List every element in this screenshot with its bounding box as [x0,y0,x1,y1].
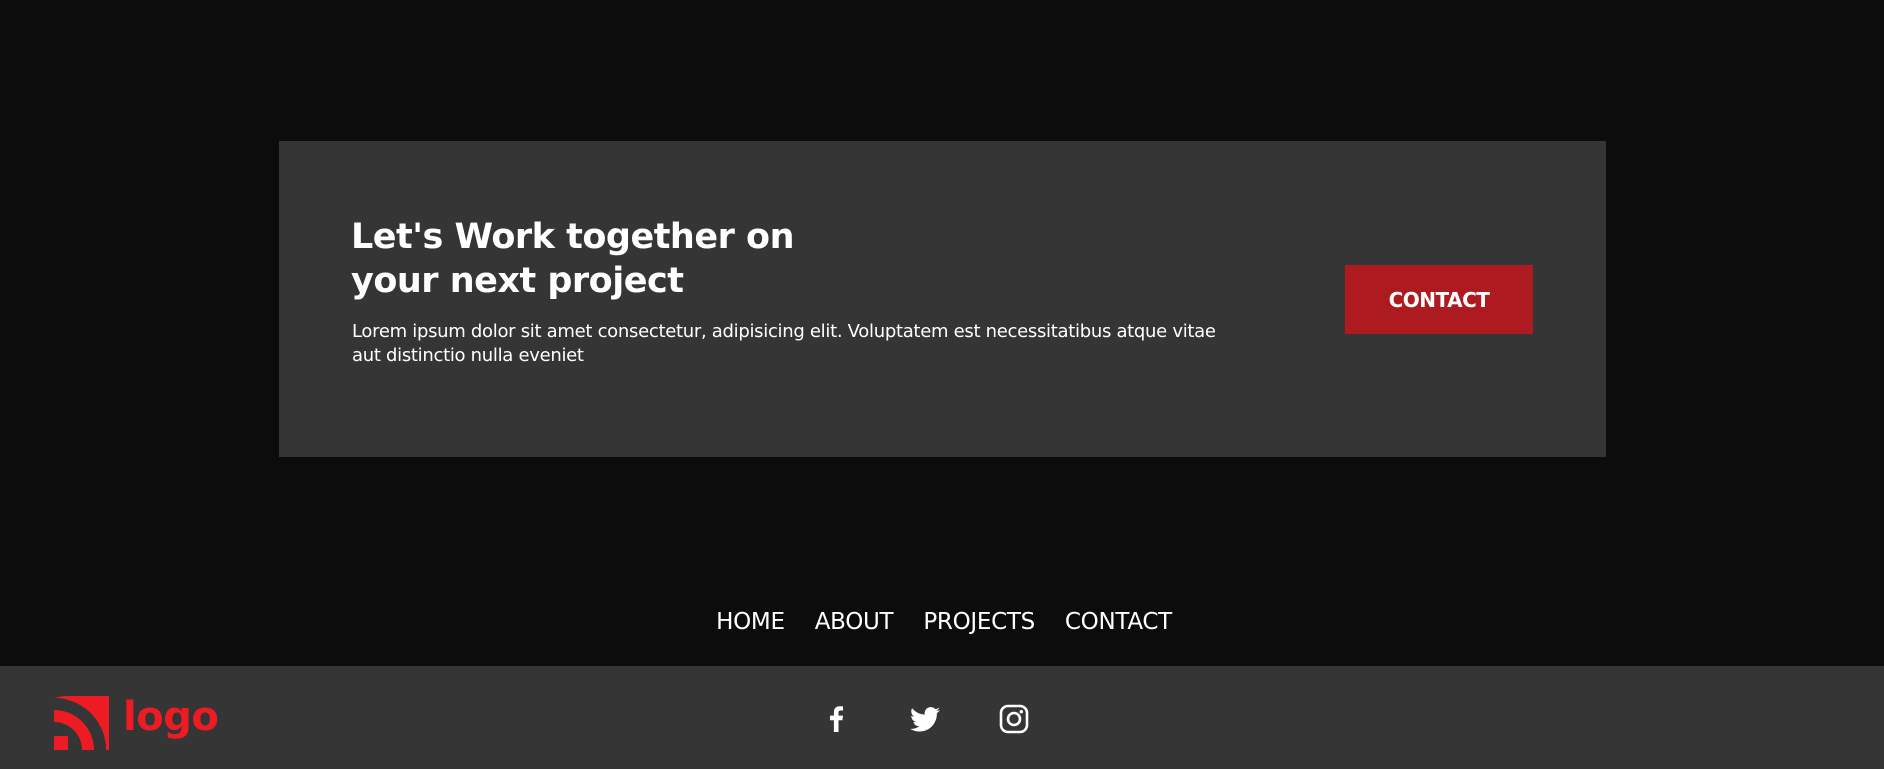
footer-nav-projects[interactable]: PROJECTS [923,603,1035,641]
instagram-link[interactable] [998,703,1030,735]
logo-mark-icon [54,696,109,750]
contact-button[interactable]: CONTACT [1345,265,1533,334]
cta-card: Let's Work together on your next project … [279,141,1606,457]
footer-nav-about[interactable]: ABOUT [815,603,894,641]
footer-nav-home[interactable]: HOME [716,603,785,641]
logo[interactable]: logo [54,694,219,750]
instagram-icon [999,704,1029,734]
cta-title: Let's Work together on your next project [351,215,831,303]
footer-bar: logo [0,666,1884,769]
logo-text: logo [123,694,219,740]
twitter-icon [910,706,940,731]
social-links [820,703,1030,735]
cta-title-line-2: your next project [351,261,684,301]
twitter-link[interactable] [909,703,941,735]
cta-title-line-1: Let's Work together on [351,217,795,257]
cta-description: Lorem ipsum dolor sit amet consectetur, … [352,321,1216,366]
facebook-link[interactable] [820,703,852,735]
footer-nav-contact[interactable]: CONTACT [1065,603,1172,641]
facebook-icon [830,706,843,732]
footer-nav: HOME ABOUT PROJECTS CONTACT [0,603,1884,641]
page: Let's Work together on your next project … [0,0,1884,769]
